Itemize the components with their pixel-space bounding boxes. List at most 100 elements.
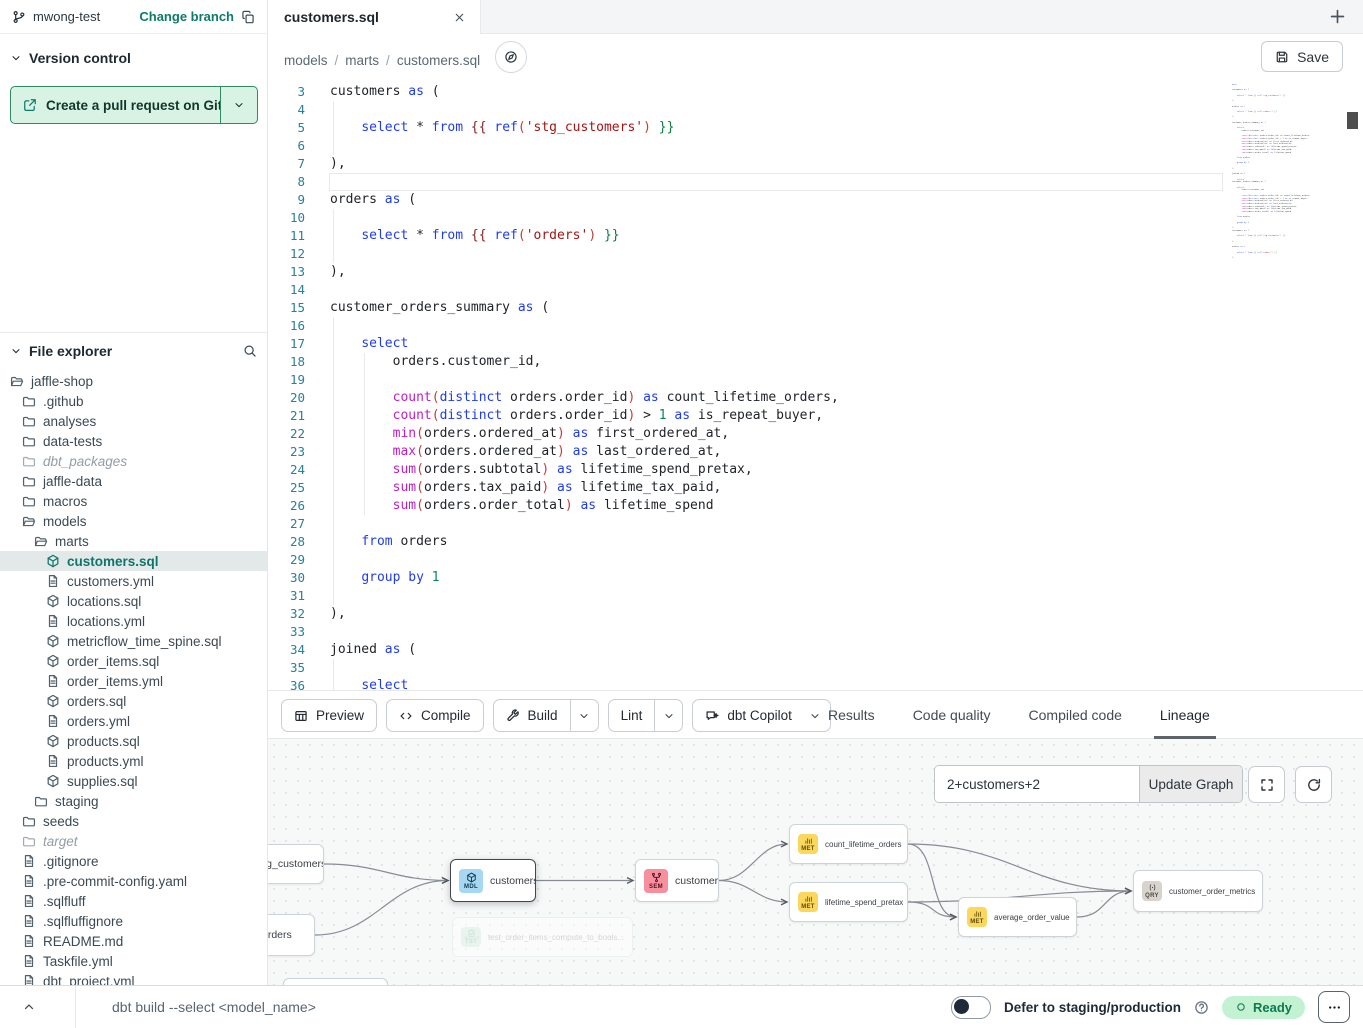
- lineage-selector-input[interactable]: [935, 766, 1139, 802]
- tree-item-locations-yml[interactable]: locations.yml: [0, 611, 267, 631]
- lineage-node-average-order-value[interactable]: METaverage_order_value: [958, 897, 1077, 937]
- lineage-node-count-lifetime-orders[interactable]: METcount_lifetime_orders: [789, 824, 908, 864]
- copy-icon[interactable]: [241, 10, 255, 24]
- tree-item-label: data-tests: [43, 434, 102, 449]
- lineage-node-stg-customers[interactable]: MDLstg_customers: [268, 844, 324, 884]
- tree-item-taskfile-yml[interactable]: Taskfile.yml: [0, 951, 267, 971]
- version-control-header[interactable]: Version control: [0, 47, 267, 69]
- search-icon[interactable]: [243, 344, 257, 358]
- lineage-node-lifetime-spend-pretax[interactable]: METlifetime_spend_pretax: [789, 882, 908, 922]
- tree-item-macros[interactable]: macros: [0, 491, 267, 511]
- fullscreen-button[interactable]: [1248, 766, 1285, 803]
- tree-item-label: .pre-commit-config.yaml: [43, 874, 187, 889]
- folder-open-icon: [10, 374, 24, 388]
- tree-item-analyses[interactable]: analyses: [0, 411, 267, 431]
- file-tree: jaffle-shop .github analyses data-tests dbt_…: [0, 371, 267, 985]
- model-icon: [46, 654, 60, 668]
- scrollbar-thumb[interactable]: [1347, 112, 1358, 129]
- tree-item--sqlfluff[interactable]: .sqlfluff: [0, 891, 267, 911]
- status-badge: Ready: [1222, 996, 1305, 1019]
- change-branch-link[interactable]: Change branch: [139, 9, 234, 24]
- save-button[interactable]: Save: [1261, 41, 1343, 72]
- branch-row: mwong-test Change branch: [0, 0, 267, 34]
- new-tab-button[interactable]: [1328, 7, 1347, 26]
- file-explorer-header[interactable]: File explorer: [0, 332, 267, 360]
- dbt-copilot-button[interactable]: dbt Copilot: [692, 699, 831, 732]
- tree-item--pre-commit-config-yaml[interactable]: .pre-commit-config.yaml: [0, 871, 267, 891]
- minimap[interactable]: with​customers as (​ select * from {{ re…: [1232, 84, 1344, 684]
- collapse-command-bar-button[interactable]: [0, 986, 76, 1028]
- chevron-down-icon: [663, 710, 675, 722]
- tree-item-products-sql[interactable]: products.sql: [0, 731, 267, 751]
- tree-item-supplies-sql[interactable]: supplies.sql: [0, 771, 267, 791]
- tree-item-jaffle-data[interactable]: jaffle-data: [0, 471, 267, 491]
- file-icon: [46, 754, 60, 768]
- tree-item-staging[interactable]: staging: [0, 791, 267, 811]
- refresh-button[interactable]: [1295, 766, 1332, 803]
- lineage-node-partial-node[interactable]: [283, 978, 388, 985]
- tree-item-order-items-yml[interactable]: order_items.yml: [0, 671, 267, 691]
- lineage-node-customer-order-metrics[interactable]: QRYcustomer_order_metrics: [1133, 870, 1263, 912]
- defer-toggle[interactable]: [951, 996, 991, 1019]
- result-panel-tabs: Results Code quality Compiled code Linea…: [828, 691, 1210, 739]
- tab-customers-sql[interactable]: customers.sql: [268, 0, 481, 34]
- tree-item-customers-sql[interactable]: customers.sql: [0, 551, 267, 571]
- lineage-graph[interactable]: MDLstg_customers MDLorders MDLcustomers TST…: [268, 739, 1363, 985]
- tree-item-dbt-project-yml[interactable]: dbt_project.yml: [0, 971, 267, 985]
- breadcrumb-models[interactable]: models: [284, 53, 328, 68]
- tab-compiled-code[interactable]: Compiled code: [1029, 691, 1122, 739]
- breadcrumb-file[interactable]: customers.sql: [397, 53, 480, 68]
- tree-item-order-items-sql[interactable]: order_items.sql: [0, 651, 267, 671]
- tree-item-orders-yml[interactable]: orders.yml: [0, 711, 267, 731]
- tree-item-label: order_items.yml: [67, 674, 163, 689]
- tree-item-dbt-packages[interactable]: dbt_packages: [0, 451, 267, 471]
- tree-item--gitignore[interactable]: .gitignore: [0, 851, 267, 871]
- chevron-down-icon: [10, 52, 22, 64]
- tree-item-models[interactable]: models: [0, 511, 267, 531]
- tree-item-marts[interactable]: marts: [0, 531, 267, 551]
- more-options-button[interactable]: [1318, 991, 1350, 1023]
- code-editor[interactable]: 1234567891011121314151617181920212223242…: [268, 80, 1363, 690]
- help-icon[interactable]: [1194, 1000, 1209, 1015]
- tree-item--sqlfluffignore[interactable]: .sqlfluffignore: [0, 911, 267, 931]
- tree-item-jaffle-shop[interactable]: jaffle-shop: [0, 371, 267, 391]
- tree-item-orders-sql[interactable]: orders.sql: [0, 691, 267, 711]
- lint-dropdown-toggle[interactable]: [654, 700, 682, 731]
- lineage-node-test-order-items[interactable]: TSTtest_order_items_compute_to_bools...: [452, 917, 633, 957]
- tree-item--github[interactable]: .github: [0, 391, 267, 411]
- pr-dropdown-toggle[interactable]: [220, 87, 257, 123]
- tree-item-target[interactable]: target: [0, 831, 267, 851]
- build-dropdown-toggle[interactable]: [570, 700, 598, 731]
- breadcrumb-marts[interactable]: marts: [345, 53, 379, 68]
- tree-item-readme-md[interactable]: README.md: [0, 931, 267, 951]
- create-pull-request-button[interactable]: Create a pull request on Git...: [10, 86, 258, 124]
- command-input[interactable]: dbt build --select <model_name>: [112, 999, 316, 1015]
- tab-code-quality[interactable]: Code quality: [913, 691, 991, 739]
- tree-item-data-tests[interactable]: data-tests: [0, 431, 267, 451]
- lineage-node-orders[interactable]: MDLorders: [268, 914, 315, 956]
- tab-lineage[interactable]: Lineage: [1160, 691, 1210, 739]
- tree-item-label: jaffle-shop: [31, 374, 93, 389]
- build-button[interactable]: Build: [493, 699, 599, 732]
- tree-item-seeds[interactable]: seeds: [0, 811, 267, 831]
- close-icon[interactable]: [453, 11, 466, 24]
- lint-button[interactable]: Lint: [608, 699, 684, 732]
- lineage-node-label: test_order_items_compute_to_bools...: [488, 933, 624, 942]
- tree-item-products-yml[interactable]: products.yml: [0, 751, 267, 771]
- update-graph-button[interactable]: Update Graph: [1139, 766, 1242, 802]
- tree-item-label: .github: [43, 394, 84, 409]
- tree-item-customers-yml[interactable]: customers.yml: [0, 571, 267, 591]
- tree-item-metricflow-time-spine-sql[interactable]: metricflow_time_spine.sql: [0, 631, 267, 651]
- code-content[interactable]: with​customers as (​ select * from {{ re…: [330, 80, 839, 690]
- preview-button[interactable]: Preview: [281, 699, 377, 732]
- tree-item-label: macros: [43, 494, 87, 509]
- editor-scrollbar[interactable]: [1346, 80, 1358, 690]
- tab-results[interactable]: Results: [828, 691, 875, 739]
- compile-button[interactable]: Compile: [386, 699, 484, 732]
- lineage-node-customers-mdl[interactable]: MDLcustomers: [450, 859, 536, 902]
- lineage-node-customers-sem[interactable]: SEMcustomers: [635, 859, 719, 902]
- compass-button[interactable]: [495, 41, 527, 73]
- folder-icon: [22, 834, 36, 848]
- copilot-dropdown-toggle[interactable]: [804, 700, 830, 731]
- tree-item-locations-sql[interactable]: locations.sql: [0, 591, 267, 611]
